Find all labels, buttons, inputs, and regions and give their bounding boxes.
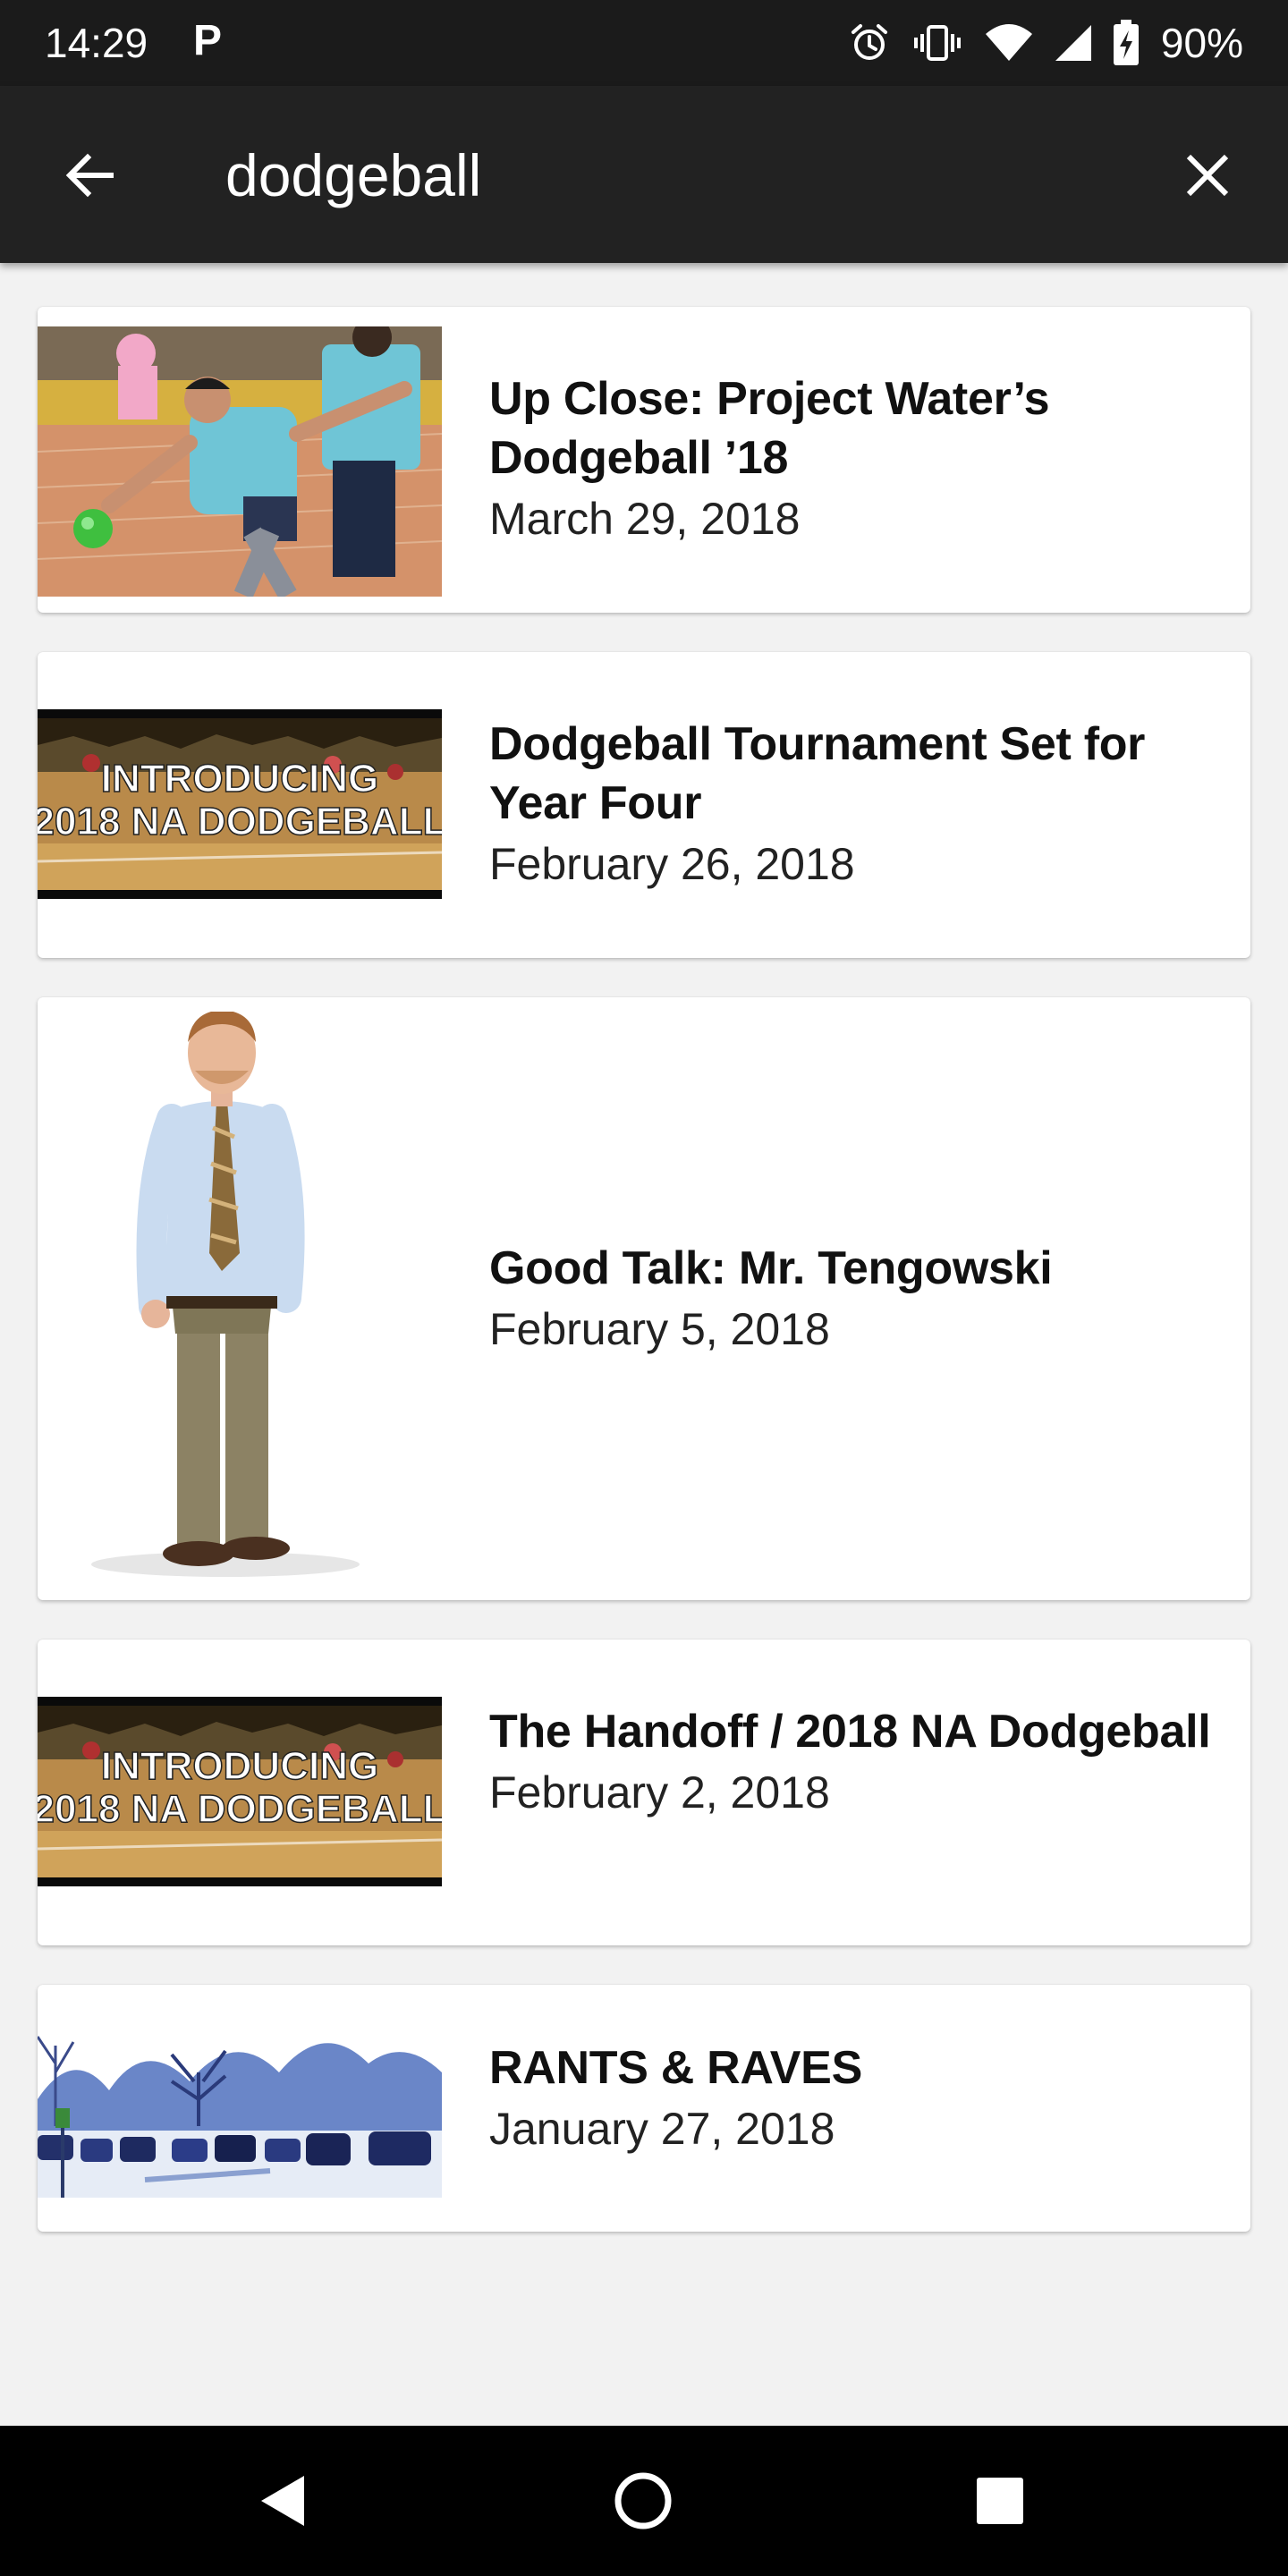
result-date: February 5, 2018	[489, 1304, 830, 1354]
thumbnail-text-line-2: 2018 NA DODGEBALL	[38, 1787, 442, 1831]
result-date: February 2, 2018	[489, 1767, 830, 1818]
introducing-dodgeball-video-thumbnail: INTRODUCING 2018 NA DODGEBALL	[38, 1697, 442, 1886]
result-title: RANTS & RAVES	[489, 2042, 862, 2094]
nav-home-icon	[614, 2472, 672, 2529]
snowy-parking-lot-photo	[38, 2019, 442, 2198]
teacher-portrait-photo	[38, 1012, 442, 1588]
result-card[interactable]: Good Talk: Mr. Tengowski February 5, 201…	[38, 997, 1250, 1600]
thumbnail-text-line-1: INTRODUCING	[101, 1744, 378, 1788]
p-icon: P	[193, 17, 223, 64]
back-button[interactable]	[54, 140, 125, 211]
status-icons: 90%	[848, 16, 1243, 70]
result-date: February 26, 2018	[489, 839, 855, 889]
alarm-icon	[851, 24, 887, 60]
nav-recents-icon	[977, 2478, 1023, 2524]
clear-search-button[interactable]	[1172, 140, 1243, 211]
introducing-dodgeball-video-thumbnail: INTRODUCING 2018 NA DODGEBALL	[38, 709, 442, 899]
cell-signal-icon	[1055, 25, 1091, 61]
nav-back-button[interactable]	[247, 2465, 318, 2537]
result-text: Up Close: Project Water’s Dodgeball ’18 …	[489, 369, 1215, 550]
thumbnail-text-line-2: 2018 NA DODGEBALL	[38, 800, 442, 843]
search-input[interactable]: dodgeball	[225, 141, 481, 209]
result-text: Good Talk: Mr. Tengowski February 5, 201…	[489, 1239, 1215, 1360]
status-time: 14:29	[45, 20, 148, 66]
dodgeball-player-throwing-photo	[38, 326, 442, 597]
system-nav-bar	[0, 2426, 1288, 2576]
result-title: Up Close: Project Water’s Dodgeball ’18	[489, 373, 1050, 484]
thumbnail-text-line-1: INTRODUCING	[101, 757, 378, 801]
result-card[interactable]: Up Close: Project Water’s Dodgeball ’18 …	[38, 307, 1250, 613]
result-date: January 27, 2018	[489, 2104, 835, 2154]
result-text: The Handoff / 2018 NA Dodgeball February…	[489, 1702, 1215, 1824]
wifi-icon	[985, 24, 1032, 61]
nav-back-icon	[261, 2476, 304, 2526]
arrow-back-icon	[65, 153, 114, 198]
result-card[interactable]: INTRODUCING 2018 NA DODGEBALL The Handof…	[38, 1640, 1250, 1945]
result-title: Dodgeball Tournament Set for Year Four	[489, 718, 1146, 829]
result-title: Good Talk: Mr. Tengowski	[489, 1242, 1053, 1294]
nav-home-button[interactable]	[607, 2465, 679, 2537]
search-app-bar: dodgeball	[0, 86, 1288, 263]
close-icon	[1186, 154, 1229, 197]
result-card[interactable]: INTRODUCING 2018 NA DODGEBALL Dodgeball …	[38, 652, 1250, 958]
battery-charging-icon	[1113, 20, 1139, 65]
battery-percent: 90%	[1160, 20, 1243, 66]
result-text: RANTS & RAVES January 27, 2018	[489, 2038, 1215, 2160]
result-title: The Handoff / 2018 NA Dodgeball	[489, 1706, 1211, 1758]
status-bar: 14:29 P 90%	[0, 0, 1288, 86]
result-text: Dodgeball Tournament Set for Year Four F…	[489, 715, 1215, 895]
result-card[interactable]: RANTS & RAVES January 27, 2018	[38, 1985, 1250, 2232]
vibrate-icon	[913, 25, 961, 61]
nav-recents-button[interactable]	[964, 2465, 1036, 2537]
result-date: March 29, 2018	[489, 494, 801, 544]
